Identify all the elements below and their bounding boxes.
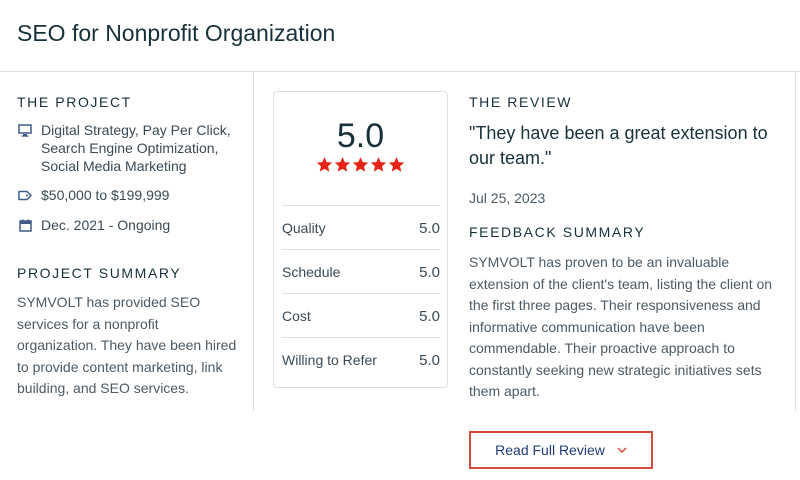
rating-value: 5.0: [419, 263, 440, 281]
rating-label: Schedule: [282, 264, 341, 280]
rating-label: Quality: [282, 220, 326, 236]
rating-value: 5.0: [419, 219, 440, 237]
column-divider: [253, 72, 254, 411]
star-icon: [370, 157, 387, 172]
rating-row-willing-to-refer: Willing to Refer 5.0: [282, 337, 440, 382]
right-edge-divider: [795, 72, 796, 411]
project-heading: THE PROJECT: [17, 94, 132, 110]
rating-row-quality: Quality 5.0: [282, 205, 440, 250]
project-summary-text: SYMVOLT has provided SEO services for a …: [17, 294, 237, 396]
budget-text: $50,000 to $199,999: [41, 187, 170, 203]
services-row: Digital Strategy, Pay Per Click, Search …: [18, 121, 238, 175]
star-rating: [274, 156, 447, 173]
review-heading: THE REVIEW: [469, 94, 573, 110]
rating-row-schedule: Schedule 5.0: [282, 249, 440, 294]
feedback-summary-text: SYMVOLT has proven to be an invaluable e…: [469, 254, 773, 399]
page-title: SEO for Nonprofit Organization: [17, 20, 336, 46]
feedback-summary-heading: FEEDBACK SUMMARY: [469, 224, 646, 240]
page-header: SEO for Nonprofit Organization: [0, 0, 800, 72]
read-full-review-label: Read Full Review: [495, 442, 605, 458]
rating-label: Willing to Refer: [282, 352, 377, 368]
star-icon: [334, 157, 351, 172]
rating-value: 5.0: [419, 351, 440, 369]
chevron-down-icon: [617, 447, 627, 453]
rating-value: 5.0: [419, 307, 440, 325]
monitor-icon: [18, 122, 32, 138]
read-full-review-button[interactable]: Read Full Review: [469, 431, 653, 469]
project-summary-heading: PROJECT SUMMARY: [17, 265, 182, 281]
review-quote: "They have been a great extension to our…: [469, 123, 768, 168]
star-icon: [316, 157, 333, 172]
price-tag-icon: [18, 187, 32, 203]
rating-row-cost: Cost 5.0: [282, 293, 440, 338]
calendar-icon: [18, 217, 32, 233]
timeline-row: Dec. 2021 - Ongoing: [18, 216, 170, 234]
rating-label: Cost: [282, 308, 311, 324]
star-icon: [352, 157, 369, 172]
budget-row: $50,000 to $199,999: [18, 186, 169, 204]
review-date: Jul 25, 2023: [469, 190, 546, 206]
rating-card: 5.0 Quality 5.0 Schedule 5.0 Cost 5.0 Wi…: [273, 91, 448, 388]
services-text: Digital Strategy, Pay Per Click, Search …: [41, 122, 231, 174]
timeline-text: Dec. 2021 - Ongoing: [41, 217, 171, 233]
star-icon: [388, 157, 405, 172]
overall-rating: 5.0: [336, 117, 385, 155]
